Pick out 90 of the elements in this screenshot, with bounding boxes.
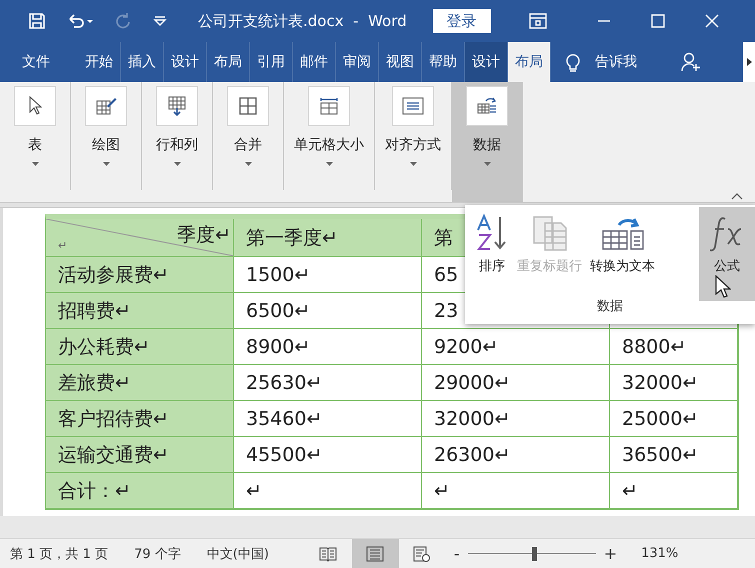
group-label: 数据	[597, 298, 623, 315]
web-layout-icon	[413, 546, 432, 562]
row-header: 运输交通费↵	[58, 442, 169, 468]
caret-icon	[32, 162, 38, 166]
caret-icon	[484, 162, 490, 166]
table-cell: 45500↵	[246, 444, 322, 466]
caret-icon	[326, 162, 332, 166]
ribbon-tab[interactable]: 邮件	[293, 42, 336, 82]
table-cell: 23	[434, 300, 458, 322]
table-insert-icon	[167, 95, 187, 117]
close-icon[interactable]	[704, 14, 719, 28]
maximize-icon[interactable]	[650, 14, 665, 28]
book-icon	[319, 546, 338, 562]
page-count-status[interactable]: 第 1 页，共 1 页	[10, 544, 108, 562]
lightbulb-icon[interactable]	[565, 52, 581, 72]
zoom-percent[interactable]: 131%	[641, 546, 678, 561]
ribbon-tab[interactable]: 设计	[465, 42, 508, 82]
table-cell: 8900↵	[246, 336, 310, 358]
table-cell: 6500↵	[246, 300, 310, 322]
ribbon-tab[interactable]: 引用	[250, 42, 293, 82]
language-status[interactable]: 中文(中国)	[206, 544, 269, 562]
data-command-button[interactable]: 排序	[471, 207, 513, 291]
window-title: 公司开支统计表.docx - Word	[198, 12, 407, 30]
ribbon-group-button[interactable]: 绘图	[71, 82, 142, 190]
caret-icon	[410, 162, 416, 166]
table-pencil-icon	[95, 96, 117, 116]
mouse-pointer-icon	[715, 275, 731, 299]
text-align-icon	[402, 97, 424, 115]
paragraph-mark: ↵	[58, 239, 68, 252]
ribbon-tab[interactable]: 视图	[379, 42, 422, 82]
column-header: 第	[434, 226, 453, 250]
table-cell: 35460↵	[246, 408, 322, 430]
cell-size-icon	[318, 96, 340, 116]
caret-icon	[102, 162, 110, 166]
row-header: 客户招待费↵	[58, 406, 169, 432]
ribbon-group-button[interactable]: 单元格大小	[284, 82, 375, 190]
scroll-right-button[interactable]	[743, 42, 755, 82]
ribbon-tab[interactable]: 审阅	[336, 42, 379, 82]
row-header: 招聘费↵	[58, 298, 131, 324]
ribbon-tab[interactable]: 设计	[164, 42, 207, 82]
row-header: 合计：↵	[58, 478, 131, 504]
data-table-icon	[476, 96, 498, 116]
ribbon-tab[interactable]: 开始	[78, 42, 121, 82]
table-cell: ↵	[246, 480, 262, 502]
ribbon-group-button[interactable]: 数据	[452, 82, 523, 202]
ribbon-group-button[interactable]: 合并	[213, 82, 284, 190]
share-person-icon[interactable]	[681, 52, 701, 72]
table-cell: 25630↵	[246, 372, 322, 394]
row-header: 办公耗费↵	[58, 334, 150, 360]
data-command-button[interactable]: 转换为文本	[586, 207, 659, 291]
zoom-in-button[interactable]: +	[604, 544, 618, 563]
table-cell: 1500↵	[246, 264, 310, 286]
pointer-icon	[28, 96, 42, 116]
column-header: 第一季度↵	[246, 226, 338, 250]
table-cell: 36500↵	[622, 444, 698, 466]
table-cell: ↵	[622, 480, 638, 502]
table-cell: 32000↵	[434, 408, 510, 430]
page-layout-icon	[366, 546, 384, 562]
save-icon[interactable]	[28, 12, 46, 30]
caret-icon	[244, 162, 252, 166]
ribbon-display-icon[interactable]	[528, 13, 547, 29]
view-mode-button[interactable]	[352, 539, 399, 568]
table-cell: 25000↵	[622, 408, 698, 430]
table-cell: 32000↵	[622, 372, 698, 394]
table-cell: 65	[434, 264, 458, 286]
row-header: 活动参展费↵	[58, 262, 169, 288]
ribbon-group-button[interactable]: 表	[0, 82, 71, 190]
table-cell: 26300↵	[434, 444, 510, 466]
table-cell: ↵	[434, 480, 450, 502]
ribbon-group-button[interactable]: 对齐方式	[375, 82, 452, 190]
cells-grid-icon	[238, 96, 258, 116]
login-button[interactable]: 登录	[432, 9, 491, 33]
row-header: 差旅费↵	[58, 370, 131, 396]
zoom-out-button[interactable]: -	[454, 544, 460, 563]
word-count-status[interactable]: 79 个字	[134, 544, 181, 562]
table-cell: 9200↵	[434, 336, 498, 358]
data-command-button[interactable]: 公式	[699, 207, 755, 301]
caret-icon	[174, 162, 180, 166]
ribbon-tab[interactable]: 插入	[121, 42, 164, 82]
table-cell: 29000↵	[434, 372, 510, 394]
tell-me-link[interactable]: 告诉我	[595, 53, 637, 71]
ribbon-group-button[interactable]: 行和列	[142, 82, 213, 190]
collapse-ribbon-icon[interactable]	[731, 193, 743, 200]
zoom-slider-thumb[interactable]	[532, 546, 538, 560]
ribbon-tab[interactable]: 布局	[508, 42, 551, 82]
triangle-right-icon	[746, 58, 752, 66]
ribbon-tab[interactable]: 文件	[8, 42, 78, 82]
table-cell: 8800↵	[622, 336, 686, 358]
header-text: 季度↵	[177, 223, 231, 248]
ribbon-tab[interactable]: 布局	[207, 42, 250, 82]
